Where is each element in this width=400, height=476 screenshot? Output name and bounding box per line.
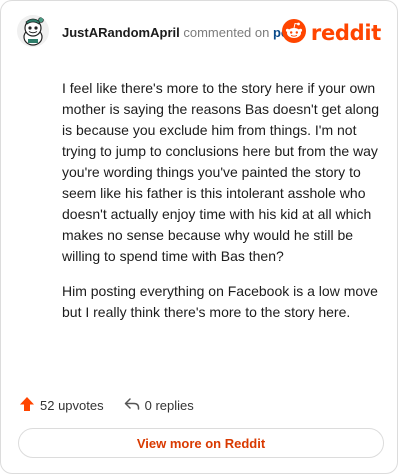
- reddit-snoo-icon: [281, 18, 306, 48]
- reply-arrow-icon: [124, 396, 145, 415]
- view-more-button[interactable]: View more on Reddit: [18, 428, 384, 458]
- commented-on-text: commented on: [183, 25, 270, 40]
- comment-stats: 52 upvotes 0 replies: [19, 395, 214, 415]
- comment-body: I feel like there's more to the story he…: [62, 78, 385, 337]
- comment-header: JustARandomApril commented on post reddi…: [17, 15, 381, 55]
- reddit-wordmark: reddit: [310, 21, 381, 45]
- snoo-avatar-icon[interactable]: [17, 15, 49, 47]
- replies-count: 0 replies: [144, 397, 194, 413]
- reddit-logo[interactable]: reddit: [281, 18, 381, 48]
- upvotes-count: 52 upvotes: [40, 397, 104, 413]
- embedded-comment-card: JustARandomApril commented on post reddi…: [0, 0, 398, 474]
- upvotes-stat[interactable]: 52 upvotes: [19, 396, 104, 415]
- upvote-arrow-icon: [19, 396, 40, 415]
- comment-paragraph: I feel like there's more to the story he…: [62, 80, 380, 264]
- replies-stat[interactable]: 0 replies: [124, 396, 194, 415]
- comment-paragraph: Him posting everything on Facebook is a …: [62, 283, 378, 320]
- author-line: JustARandomApril commented on post: [62, 25, 300, 40]
- username-link[interactable]: JustARandomApril: [62, 25, 180, 40]
